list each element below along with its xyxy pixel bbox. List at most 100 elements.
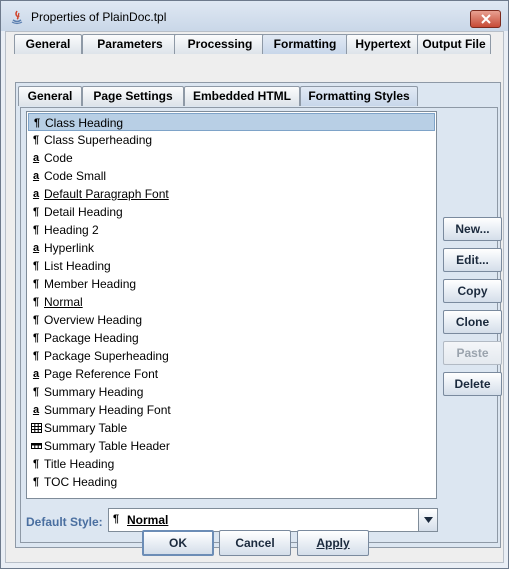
dialog-content: General Parameters Processing Formatting Hyp…	[5, 31, 504, 563]
character-style-icon: a	[32, 170, 40, 182]
character-style-icon: a	[32, 188, 40, 200]
style-item-label: Detail Heading	[44, 205, 123, 219]
style-item-toc-heading[interactable]: ¶ TOC Heading	[28, 473, 435, 491]
paste-button: Paste	[443, 341, 502, 365]
apply-button-label: Apply	[316, 536, 350, 550]
clone-button[interactable]: Clone	[443, 310, 502, 334]
paragraph-style-icon: ¶	[32, 332, 40, 344]
style-item-summary-heading-font[interactable]: a Summary Heading Font	[28, 401, 435, 419]
style-item-label: Title Heading	[44, 457, 115, 471]
close-icon	[480, 14, 491, 24]
title-bar[interactable]: Properties of PlainDoc.tpl	[1, 1, 508, 31]
style-item-class-superheading[interactable]: ¶ Class Superheading	[28, 131, 435, 149]
tab-general[interactable]: General	[14, 34, 82, 54]
subtab-embedded-html[interactable]: Embedded HTML	[184, 86, 300, 106]
style-item-label: Page Reference Font	[44, 367, 159, 381]
style-item-label: Package Heading	[44, 331, 139, 345]
character-style-icon: a	[32, 242, 40, 254]
java-app-icon	[9, 9, 25, 25]
default-style-combobox[interactable]: ¶ Normal	[108, 508, 438, 532]
style-item-label: Summary Heading	[44, 385, 144, 399]
style-item-label: Overview Heading	[44, 313, 143, 327]
chevron-down-icon	[424, 517, 433, 523]
style-item-package-heading[interactable]: ¶ Package Heading	[28, 329, 435, 347]
paragraph-style-icon: ¶	[32, 224, 40, 236]
style-item-label: Code Small	[44, 169, 107, 183]
paragraph-style-icon: ¶	[32, 458, 40, 470]
character-style-icon: a	[32, 404, 40, 416]
paragraph-style-icon: ¶	[33, 117, 41, 129]
sub-tab-bar: General Page Settings Embedded HTML Formatt…	[18, 86, 418, 106]
style-item-label: Member Heading	[44, 277, 137, 291]
tab-formatting[interactable]: Formatting	[262, 34, 348, 54]
default-style-label: Default Style:	[26, 515, 103, 529]
subtab-general[interactable]: General	[18, 86, 82, 106]
style-item-label: Class Heading	[45, 116, 124, 130]
style-item-label: Heading 2	[44, 223, 99, 237]
style-item-label: List Heading	[44, 259, 111, 273]
style-item-label: Package Superheading	[44, 349, 169, 363]
style-item-detail-heading[interactable]: ¶ Detail Heading	[28, 203, 435, 221]
style-item-summary-heading[interactable]: ¶ Summary Heading	[28, 383, 435, 401]
ok-button[interactable]: OK	[142, 530, 214, 556]
paragraph-style-icon: ¶	[32, 260, 40, 272]
table-row-style-icon	[30, 437, 42, 455]
style-item-list-heading[interactable]: ¶ List Heading	[28, 257, 435, 275]
style-item-heading-2[interactable]: ¶ Heading 2	[28, 221, 435, 239]
style-item-summary-table-header[interactable]: Summary Table Header	[28, 437, 435, 455]
combobox-dropdown-button[interactable]	[418, 509, 437, 531]
style-item-label: Default Paragraph Font	[44, 187, 169, 201]
paragraph-style-icon: ¶	[32, 278, 40, 290]
formatting-styles-panel: ¶ Class Heading ¶ Class Superheading a Code a C…	[20, 107, 502, 543]
tab-parameters[interactable]: Parameters	[82, 34, 178, 54]
subtab-formatting-styles[interactable]: Formatting Styles	[300, 86, 418, 106]
style-item-label: Hyperlink	[44, 241, 95, 255]
style-item-summary-table[interactable]: Summary Table	[28, 419, 435, 437]
styles-list[interactable]: ¶ Class Heading ¶ Class Superheading a Code a C…	[26, 111, 437, 499]
paragraph-style-icon: ¶	[32, 386, 40, 398]
close-button[interactable]	[470, 10, 501, 28]
style-item-label: TOC Heading	[44, 475, 118, 489]
style-item-normal[interactable]: ¶ Normal	[28, 293, 435, 311]
style-item-label: Normal	[44, 295, 83, 309]
formatting-panel: General Page Settings Embedded HTML Formatt…	[15, 82, 502, 548]
cancel-button[interactable]: Cancel	[219, 530, 291, 556]
apply-button[interactable]: Apply	[297, 530, 369, 556]
subtab-page-settings[interactable]: Page Settings	[82, 86, 184, 106]
copy-button[interactable]: Copy	[443, 279, 502, 303]
paragraph-style-icon: ¶	[32, 314, 40, 326]
style-item-class-heading[interactable]: ¶ Class Heading	[28, 113, 435, 131]
table-style-icon	[30, 419, 42, 437]
style-item-label: Summary Table	[44, 421, 128, 435]
properties-dialog: Properties of PlainDoc.tpl General Parame…	[0, 0, 509, 569]
style-item-page-reference-font[interactable]: a Page Reference Font	[28, 365, 435, 383]
paragraph-style-icon: ¶	[32, 350, 40, 362]
style-item-label: Code	[44, 151, 73, 165]
paragraph-icon: ¶	[113, 513, 120, 525]
new-button[interactable]: New...	[443, 217, 502, 241]
style-item-label: Summary Heading Font	[44, 403, 171, 417]
character-style-icon: a	[32, 368, 40, 380]
tab-hypertext[interactable]: Hypertext	[346, 34, 420, 54]
paragraph-style-icon: ¶	[32, 296, 40, 308]
window-title: Properties of PlainDoc.tpl	[31, 10, 167, 24]
default-style-value: Normal	[127, 513, 169, 527]
style-item-member-heading[interactable]: ¶ Member Heading	[28, 275, 435, 293]
style-item-code-small[interactable]: a Code Small	[28, 167, 435, 185]
character-style-icon: a	[32, 152, 40, 164]
style-item-code[interactable]: a Code	[28, 149, 435, 167]
style-item-label: Class Superheading	[44, 133, 153, 147]
style-item-package-superheading[interactable]: ¶ Package Superheading	[28, 347, 435, 365]
style-item-label: Summary Table Header	[44, 439, 170, 453]
main-tab-bar: General Parameters Processing Formatting Hyp…	[14, 34, 494, 54]
style-item-title-heading[interactable]: ¶ Title Heading	[28, 455, 435, 473]
tab-processing[interactable]: Processing	[174, 34, 266, 54]
style-item-hyperlink[interactable]: a Hyperlink	[28, 239, 435, 257]
tab-output-file[interactable]: Output File	[417, 34, 491, 54]
edit-button[interactable]: Edit...	[443, 248, 502, 272]
style-item-overview-heading[interactable]: ¶ Overview Heading	[28, 311, 435, 329]
delete-button[interactable]: Delete	[443, 372, 502, 396]
style-item-default-paragraph-font[interactable]: a Default Paragraph Font	[28, 185, 435, 203]
paragraph-style-icon: ¶	[32, 476, 40, 488]
paragraph-style-icon: ¶	[32, 134, 40, 146]
